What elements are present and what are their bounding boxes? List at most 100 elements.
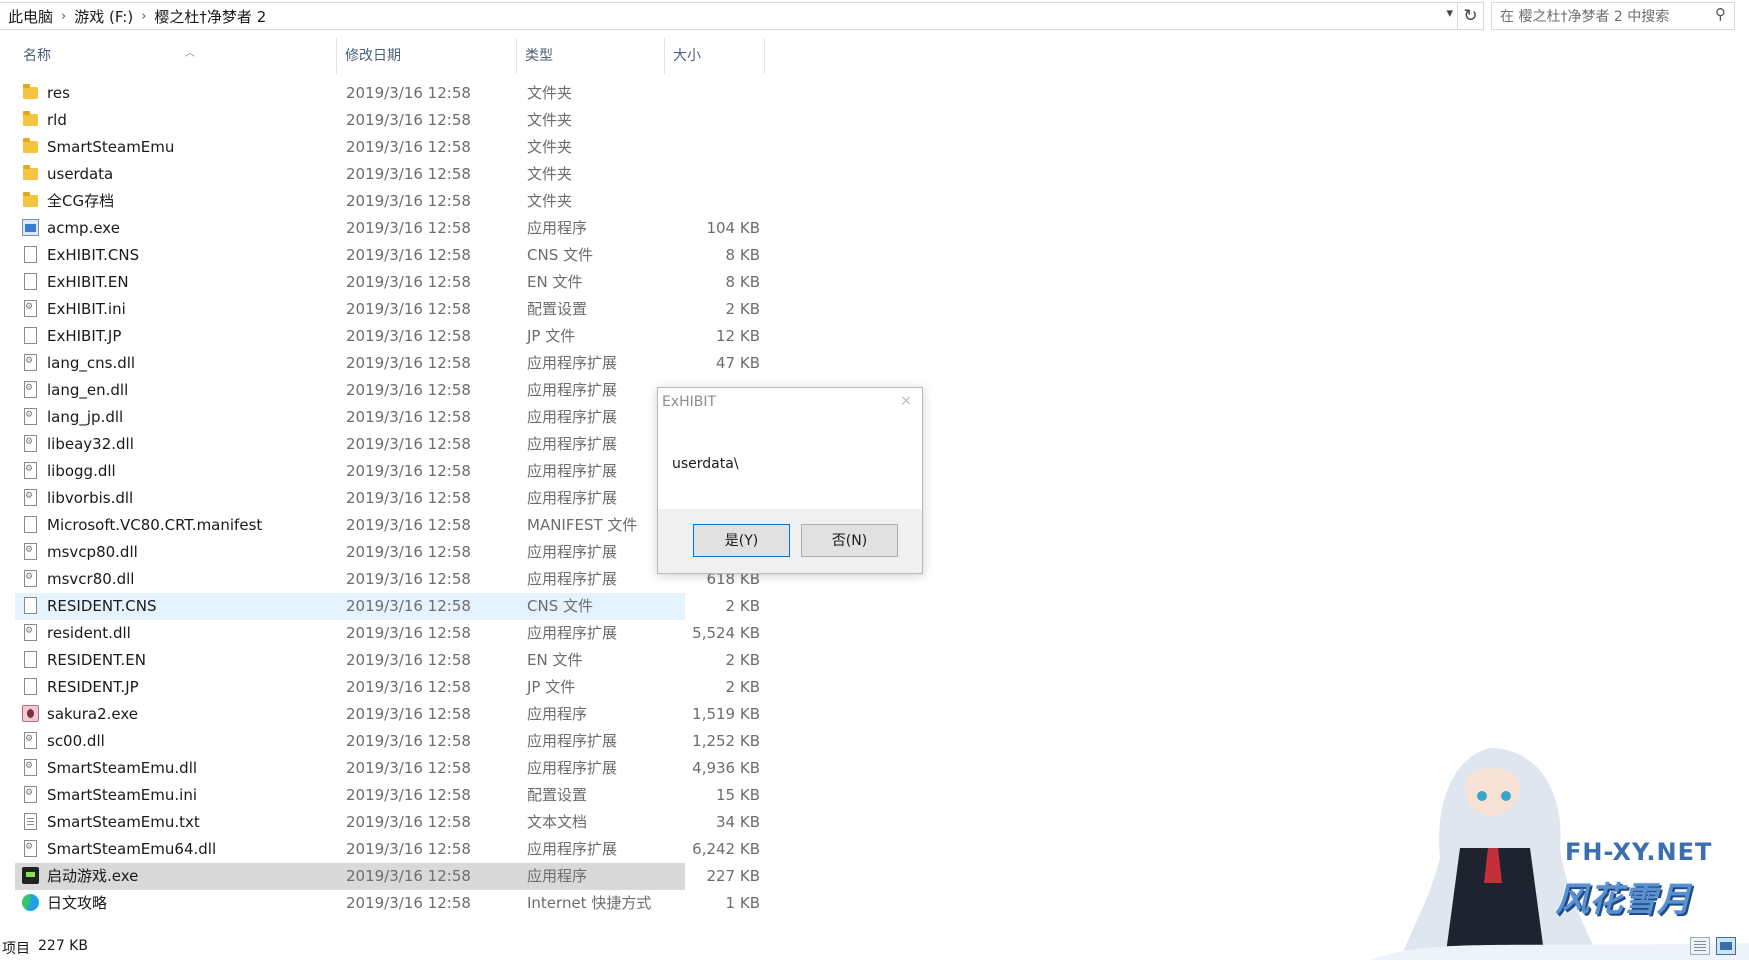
file-row[interactable]: ExHIBIT.ini 2019/3/16 12:58 配置设置 2 KB	[0, 296, 770, 323]
file-row[interactable]: SmartSteamEmu.txt 2019/3/16 12:58 文本文档 34 K…	[0, 809, 770, 836]
file-row[interactable]: 启动游戏.exe 2019/3/16 12:58 应用程序 227 KB	[15, 863, 760, 890]
file-name: userdata	[47, 165, 114, 183]
file-type: 文本文档	[527, 813, 588, 831]
file-name: RESIDENT.CNS	[47, 597, 157, 615]
file-icon	[22, 516, 40, 535]
file-row[interactable]: ExHIBIT.CNS 2019/3/16 12:58 CNS 文件 8 KB	[0, 242, 770, 269]
file-size	[660, 80, 760, 107]
file-name: RESIDENT.EN	[47, 651, 146, 669]
file-row[interactable]: libeay32.dll 2019/3/16 12:58 应用程序扩展	[0, 431, 770, 458]
chevron-right-icon[interactable]: ›	[59, 9, 68, 24]
file-row[interactable]: SmartSteamEmu64.dll 2019/3/16 12:58 应用程序扩展…	[0, 836, 770, 863]
folder-icon	[22, 111, 40, 130]
close-icon[interactable]: ×	[900, 393, 912, 409]
yes-button[interactable]: 是(Y)	[693, 524, 790, 557]
file-row[interactable]: ExHIBIT.JP 2019/3/16 12:58 JP 文件 12 KB	[0, 323, 770, 350]
file-type: 应用程序扩展	[527, 462, 618, 480]
file-row[interactable]: lang_jp.dll 2019/3/16 12:58 应用程序扩展	[0, 404, 770, 431]
address-bar: 此电脑 › 游戏 (F:) › 樱之杜†净梦者 2 ▾ ↻ 在 樱之杜†净梦者 …	[0, 0, 1749, 34]
file-row[interactable]: ExHIBIT.EN 2019/3/16 12:58 EN 文件 8 KB	[0, 269, 770, 296]
file-name: lang_en.dll	[47, 381, 129, 399]
file-size: 15 KB	[716, 786, 760, 804]
file-type: 应用程序扩展	[527, 489, 618, 507]
exe-icon	[22, 219, 40, 238]
file-date: 2019/3/16 12:58	[346, 651, 471, 669]
file-date: 2019/3/16 12:58	[346, 840, 471, 858]
column-date[interactable]: 修改日期	[337, 38, 517, 74]
file-row[interactable]: sakura2.exe 2019/3/16 12:58 应用程序 1,519 KB	[0, 701, 770, 728]
file-row[interactable]: Microsoft.VC80.CRT.manifest 2019/3/16 12:…	[0, 512, 770, 539]
status-selected-size: 227 KB	[38, 938, 88, 954]
file-row[interactable]: SmartSteamEmu.ini 2019/3/16 12:58 配置设置 15 K…	[0, 782, 770, 809]
chevron-down-icon[interactable]: ▾	[1446, 6, 1453, 21]
file-name: ExHIBIT.JP	[47, 327, 122, 345]
column-type[interactable]: 类型	[517, 38, 665, 74]
details-view-icon[interactable]	[1690, 937, 1710, 955]
breadcrumb-this-pc[interactable]: 此电脑	[0, 6, 59, 27]
no-button[interactable]: 否(N)	[801, 524, 898, 557]
file-icon	[22, 246, 40, 265]
file-date: 2019/3/16 12:58	[346, 381, 471, 399]
file-size: 2 KB	[725, 651, 760, 669]
file-date: 2019/3/16 12:58	[346, 705, 471, 723]
tiles-view-icon[interactable]	[1716, 937, 1736, 955]
breadcrumb-drive[interactable]: 游戏 (F:)	[68, 6, 139, 27]
file-row[interactable]: acmp.exe 2019/3/16 12:58 应用程序 104 KB	[0, 215, 770, 242]
search-input[interactable]: 在 樱之杜†净梦者 2 中搜索 ⚲	[1491, 2, 1735, 30]
column-type-label: 类型	[525, 48, 553, 64]
file-row[interactable]: 全CG存档 2019/3/16 12:58 文件夹	[0, 188, 770, 215]
file-name: sc00.dll	[47, 732, 105, 750]
watermark-site: FH-XY.NET	[1565, 838, 1713, 866]
file-size: 2 KB	[725, 678, 760, 696]
refresh-icon[interactable]: ↻	[1458, 2, 1484, 30]
file-name: msvcp80.dll	[47, 543, 138, 561]
file-row[interactable]: SmartSteamEmu 2019/3/16 12:58 文件夹	[0, 134, 770, 161]
file-icon	[22, 327, 40, 346]
file-size: 8 KB	[725, 246, 760, 264]
file-name: SmartSteamEmu	[47, 138, 175, 156]
breadcrumb-folder[interactable]: 樱之杜†净梦者 2	[148, 6, 272, 27]
file-row[interactable]: SmartSteamEmu.dll 2019/3/16 12:58 应用程序扩展 4,…	[0, 755, 770, 782]
file-row[interactable]: RESIDENT.EN 2019/3/16 12:58 EN 文件 2 KB	[0, 647, 770, 674]
file-row[interactable]: resident.dll 2019/3/16 12:58 应用程序扩展 5,524 K…	[0, 620, 770, 647]
file-row[interactable]: msvcr80.dll2019/3/16 12:58应用程序扩展618 KB	[0, 566, 770, 593]
file-row[interactable]: 日文攻略 2019/3/16 12:58 Internet 快捷方式 1 KB	[0, 890, 770, 917]
file-type: 应用程序扩展	[527, 408, 618, 426]
file-row[interactable]: RESIDENT.JP 2019/3/16 12:58 JP 文件 2 KB	[0, 674, 770, 701]
file-row[interactable]: res 2019/3/16 12:58 文件夹	[0, 80, 770, 107]
ini-icon	[22, 300, 40, 319]
file-date: 2019/3/16 12:58	[346, 624, 471, 642]
folder-icon	[22, 165, 40, 184]
search-icon[interactable]: ⚲	[1715, 5, 1726, 23]
file-row[interactable]: RESIDENT.CNS 2019/3/16 12:58 CNS 文件 2 KB	[15, 593, 760, 620]
file-row[interactable]: libvorbis.dll 2019/3/16 12:58 应用程序扩展	[0, 485, 770, 512]
file-type: 文件夹	[527, 192, 573, 210]
file-row[interactable]: msvcp80.dll 2019/3/16 12:58 应用程序扩展	[0, 539, 770, 566]
file-row[interactable]: lang_cns.dll 2019/3/16 12:58 应用程序扩展 47 KB	[0, 350, 770, 377]
file-row[interactable]: lang_en.dll 2019/3/16 12:58 应用程序扩展	[0, 377, 770, 404]
message-dialog: ExHIBIT × userdata\ 是(Y) 否(N)	[657, 387, 923, 574]
file-row[interactable]: userdata 2019/3/16 12:58 文件夹	[0, 161, 770, 188]
column-name[interactable]: 名称 ︿	[15, 38, 337, 74]
file-name: SmartSteamEmu.ini	[47, 786, 198, 804]
chevron-right-icon[interactable]: ›	[139, 9, 148, 24]
file-row[interactable]: sc00.dll 2019/3/16 12:58 应用程序扩展 1,252 KB	[0, 728, 770, 755]
sakura-exe-icon	[22, 705, 40, 724]
file-row[interactable]: rld 2019/3/16 12:58 文件夹	[0, 107, 770, 134]
file-name: RESIDENT.JP	[47, 678, 139, 696]
dll-icon	[22, 354, 40, 373]
column-size[interactable]: 大小	[665, 38, 765, 74]
file-icon	[22, 597, 40, 616]
file-size: 104 KB	[706, 219, 760, 237]
file-row[interactable]: libogg.dll 2019/3/16 12:58 应用程序扩展	[0, 458, 770, 485]
watermark-name: 风花雪月	[1555, 880, 1691, 920]
folder-icon	[22, 84, 40, 103]
dll-icon	[22, 408, 40, 427]
txt-icon	[22, 813, 40, 832]
file-type: 文件夹	[527, 165, 573, 183]
breadcrumb[interactable]: 此电脑 › 游戏 (F:) › 樱之杜†净梦者 2 ▾	[0, 2, 1458, 30]
file-icon	[22, 273, 40, 292]
sort-up-icon: ︿	[185, 48, 195, 59]
file-date: 2019/3/16 12:58	[346, 111, 471, 129]
column-date-label: 修改日期	[345, 48, 401, 64]
